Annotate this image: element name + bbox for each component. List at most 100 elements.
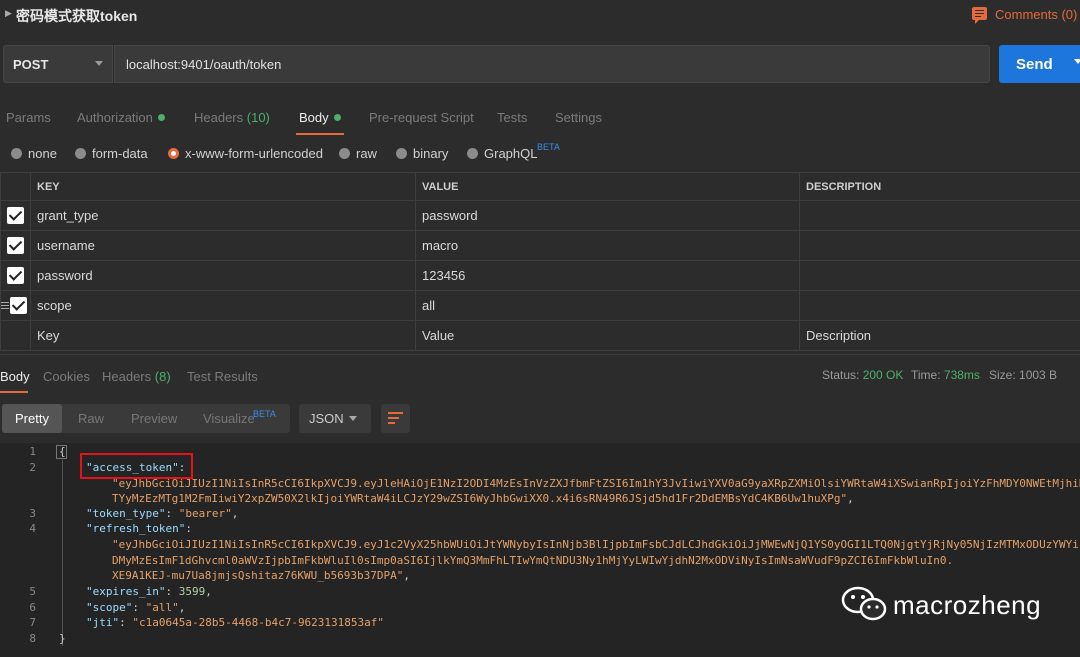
line-number: 5 bbox=[29, 585, 36, 598]
method-label: POST bbox=[13, 57, 49, 72]
radio-form-data[interactable]: form-data bbox=[75, 146, 148, 161]
json-string: TYyMzEzMTg1M2FmIiwiY2xpZW50X2lkIjoiYWRta… bbox=[112, 492, 848, 505]
radio-binary-label: binary bbox=[413, 146, 449, 161]
format-label: JSON bbox=[309, 411, 344, 426]
description-cell[interactable] bbox=[799, 230, 1080, 261]
key-cell[interactable]: password bbox=[30, 260, 416, 291]
radio-x-www-form-urlencoded[interactable]: x-www-form-urlencoded bbox=[168, 146, 323, 161]
column-header-value: VALUE bbox=[415, 172, 800, 201]
comments-button[interactable]: Comments (0) bbox=[995, 7, 1077, 22]
request-title[interactable]: 密码模式获取token bbox=[16, 6, 137, 26]
checkbox[interactable] bbox=[7, 237, 24, 255]
tab-headers[interactable]: Headers (10) bbox=[194, 110, 270, 125]
description-placeholder-cell[interactable]: Description bbox=[799, 320, 1080, 351]
json-key: "refresh_token" bbox=[86, 522, 186, 535]
checkbox[interactable] bbox=[7, 267, 24, 285]
line-number: 4 bbox=[29, 522, 36, 535]
radio-circle-icon bbox=[396, 148, 407, 159]
tab-body[interactable]: Body bbox=[299, 110, 341, 125]
wrap-lines-icon bbox=[388, 410, 403, 426]
table-row: password 123456 bbox=[0, 260, 1080, 291]
table-row: username macro bbox=[0, 230, 1080, 261]
tab-tests[interactable]: Tests bbox=[497, 110, 527, 125]
code-line: "expires_in": 3599, bbox=[86, 585, 212, 598]
section-divider bbox=[0, 354, 1080, 355]
wechat-logo-icon bbox=[841, 586, 887, 621]
title-bar bbox=[0, 0, 1080, 30]
value-placeholder-cell[interactable]: Value bbox=[415, 320, 800, 351]
row-check-cell bbox=[0, 260, 31, 291]
line-number: 7 bbox=[29, 616, 36, 629]
value-cell[interactable]: macro bbox=[415, 230, 800, 261]
view-pretty-button[interactable]: Pretty bbox=[2, 404, 62, 433]
collapse-caret-icon[interactable]: ▶ bbox=[5, 8, 12, 19]
radio-none[interactable]: none bbox=[11, 146, 57, 161]
response-tab-headers-label: Headers bbox=[102, 369, 152, 384]
radio-selected-icon bbox=[168, 148, 179, 159]
table-row-new: Key Value Description bbox=[0, 320, 1080, 351]
response-tab-headers[interactable]: Headers (8) bbox=[102, 369, 171, 384]
drag-handle-icon[interactable] bbox=[1, 300, 9, 311]
indent-guide bbox=[62, 460, 63, 646]
row-check-cell bbox=[0, 230, 31, 261]
time-label: Time: bbox=[911, 368, 941, 382]
tab-pre-request-script[interactable]: Pre-request Script bbox=[369, 110, 474, 125]
key-cell[interactable]: grant_type bbox=[30, 200, 416, 231]
view-visualize-button[interactable]: Visualize bbox=[203, 411, 255, 426]
response-tab-cookies[interactable]: Cookies bbox=[43, 369, 90, 384]
tab-headers-label: Headers bbox=[194, 110, 244, 125]
checkbox[interactable] bbox=[10, 297, 27, 315]
tab-settings[interactable]: Settings bbox=[555, 110, 602, 125]
json-string: "eyJhbGciOiJIUzI1NiIsInR5cCI6IkpXVCJ9.ey… bbox=[112, 477, 1080, 490]
json-key: "expires_in" bbox=[86, 585, 166, 598]
status-meta[interactable]: Status: 200 OK bbox=[822, 368, 903, 382]
response-tab-test-results[interactable]: Test Results bbox=[187, 369, 258, 384]
code-line: "token_type": "bearer", bbox=[86, 507, 239, 520]
response-tab-body[interactable]: Body bbox=[0, 369, 30, 384]
view-preview-button[interactable]: Preview bbox=[131, 411, 177, 426]
radio-urlencoded-label: x-www-form-urlencoded bbox=[185, 146, 323, 161]
size-value: 1003 B bbox=[1019, 368, 1058, 382]
json-string: "c1a0645a-28b5-4468-b4c7-9623131853af" bbox=[132, 616, 385, 629]
radio-circle-icon bbox=[11, 148, 22, 159]
comment-icon[interactable] bbox=[972, 7, 987, 24]
tab-body-label: Body bbox=[299, 110, 329, 125]
radio-graphql[interactable]: GraphQL bbox=[467, 146, 537, 161]
status-value: 200 OK bbox=[862, 368, 904, 382]
chevron-down-icon bbox=[95, 61, 103, 66]
value-cell[interactable]: all bbox=[415, 290, 800, 321]
json-string: DMyMzEsImF1dGhvcml0aWVzIjpbImFkbWluIl0sI… bbox=[112, 554, 954, 567]
code-line: } bbox=[59, 632, 66, 645]
active-tab-indicator bbox=[0, 391, 28, 393]
json-string: XE9A1KEJ-mu7Ua8jmjsQshitaz76KWU_b5693b37… bbox=[112, 569, 404, 582]
tab-authorization[interactable]: Authorization bbox=[77, 110, 165, 125]
code-line: DMyMzEsImF1dGhvcml0aWVzIjpbImFkbWluIl0sI… bbox=[112, 554, 953, 567]
chevron-down-icon bbox=[349, 416, 357, 421]
time-meta[interactable]: Time: 738ms bbox=[911, 368, 980, 382]
json-string: "all" bbox=[145, 601, 179, 614]
size-meta[interactable]: Size: 1003 B bbox=[989, 368, 1057, 382]
table-header-row: KEY VALUE DESCRIPTION bbox=[0, 172, 1080, 201]
key-placeholder-cell[interactable]: Key bbox=[30, 320, 416, 351]
tab-params[interactable]: Params bbox=[6, 110, 51, 125]
code-line: "refresh_token": bbox=[86, 522, 192, 535]
value-cell[interactable]: 123456 bbox=[415, 260, 800, 291]
key-cell[interactable]: scope bbox=[30, 290, 416, 321]
radio-circle-icon bbox=[339, 148, 350, 159]
row-check-cell bbox=[0, 200, 31, 231]
view-raw-button[interactable]: Raw bbox=[78, 411, 104, 426]
description-cell[interactable] bbox=[799, 260, 1080, 291]
radio-binary[interactable]: binary bbox=[396, 146, 448, 161]
value-cell[interactable]: password bbox=[415, 200, 800, 231]
send-button[interactable]: Send bbox=[999, 45, 1080, 83]
line-number: 6 bbox=[29, 601, 36, 614]
size-label: Size: bbox=[989, 368, 1016, 382]
checkbox[interactable] bbox=[7, 207, 24, 225]
active-tab-indicator bbox=[296, 133, 344, 135]
description-cell[interactable] bbox=[799, 290, 1080, 321]
send-dropdown-chevron-icon[interactable] bbox=[1074, 59, 1080, 64]
radio-raw[interactable]: raw bbox=[339, 146, 377, 161]
url-input[interactable] bbox=[114, 45, 990, 83]
key-cell[interactable]: username bbox=[30, 230, 416, 261]
description-cell[interactable] bbox=[799, 200, 1080, 231]
